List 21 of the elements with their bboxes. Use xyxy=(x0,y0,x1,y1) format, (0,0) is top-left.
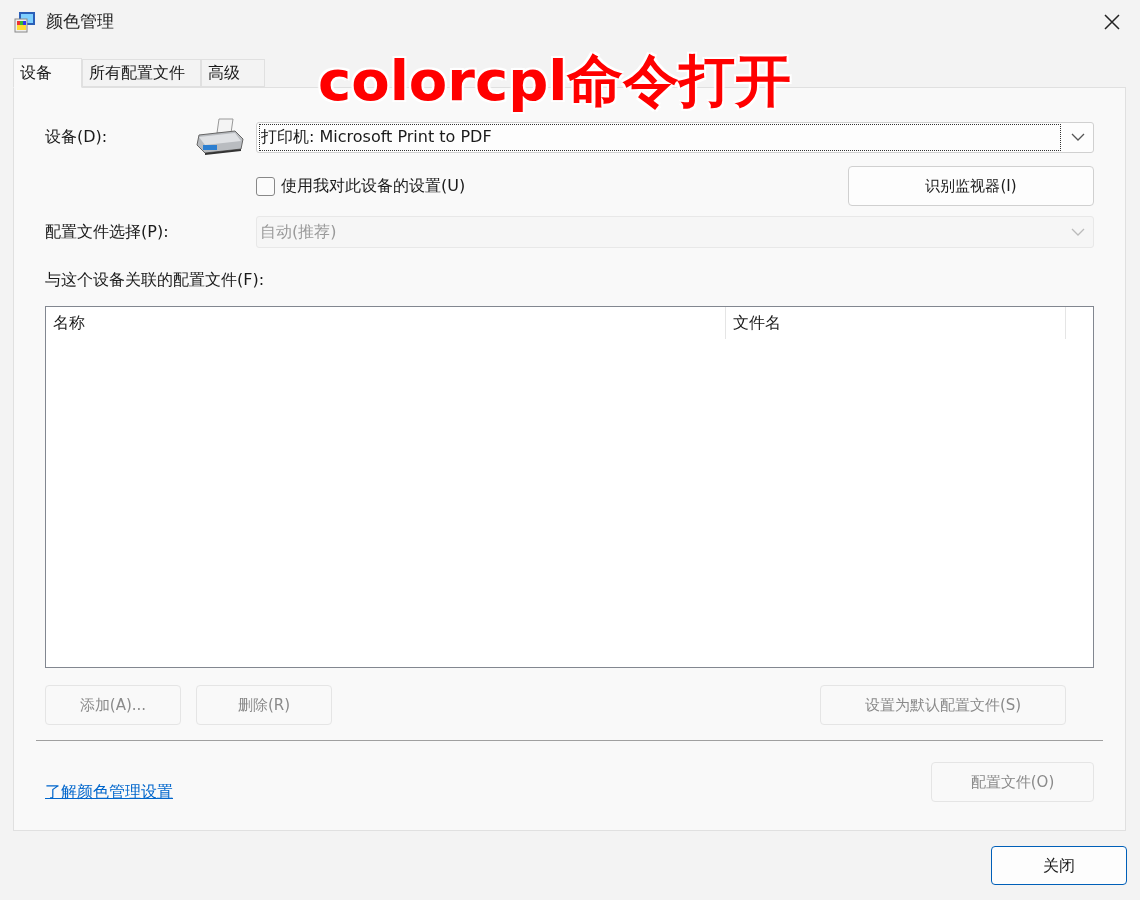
column-header[interactable]: 文件名 xyxy=(726,307,1066,339)
color-management-icon xyxy=(14,11,36,33)
help-link[interactable]: 了解颜色管理设置 xyxy=(45,780,173,804)
identify-monitor-button[interactable]: 识别监视器(I) xyxy=(848,166,1094,206)
device-dropdown[interactable]: 打印机: Microsoft Print to PDF xyxy=(256,121,1094,153)
chevron-down-icon xyxy=(1071,133,1085,141)
annotation-text: colorcpl命令打开 xyxy=(318,47,792,115)
close-button[interactable]: 关闭 xyxy=(991,846,1127,885)
window-title: 颜色管理 xyxy=(46,10,114,34)
field-label: 配置文件选择(P): xyxy=(45,221,170,243)
field-label: 设备(D): xyxy=(45,126,109,148)
printer-icon xyxy=(195,117,247,157)
tab[interactable]: 高级 xyxy=(201,59,265,87)
tab[interactable]: 设备 xyxy=(13,58,82,88)
profile-list[interactable]: 名称 文件名 xyxy=(45,306,1094,668)
checkbox[interactable]: 使用我对此设备的设置(U) xyxy=(256,174,466,198)
chevron-down-icon xyxy=(1071,228,1085,236)
tab[interactable]: 所有配置文件 xyxy=(82,59,201,87)
close-icon[interactable] xyxy=(1102,12,1122,32)
section-label: 与这个设备关联的配置文件(F): xyxy=(45,269,265,291)
column-header[interactable]: 名称 xyxy=(46,307,726,339)
